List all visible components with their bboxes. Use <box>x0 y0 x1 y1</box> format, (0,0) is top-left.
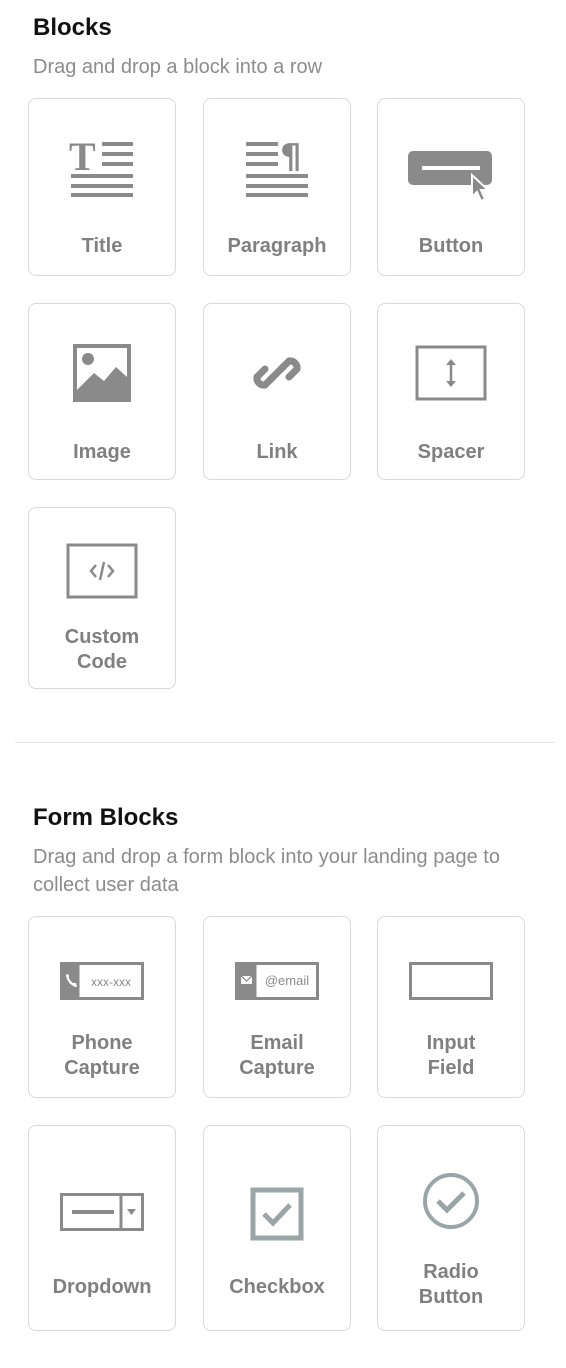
blocks-section: Blocks Drag and drop a block into a row … <box>0 0 566 740</box>
email-capture-icon: @email <box>204 961 350 1001</box>
blocks-subtitle: Drag and drop a block into a row <box>33 56 323 78</box>
block-label: Input Field <box>426 1032 476 1079</box>
block-dropdown[interactable]: Dropdown <box>28 1125 176 1331</box>
block-label: Title <box>81 235 123 257</box>
button-icon <box>378 143 524 203</box>
block-email-capture[interactable]: @email Email Capture <box>203 916 351 1098</box>
form-blocks-subtitle: Drag and drop a form block into your lan… <box>33 846 500 896</box>
block-label: Dropdown <box>52 1276 152 1298</box>
block-label: Paragraph <box>227 235 327 257</box>
block-image[interactable]: Image <box>28 303 176 480</box>
block-label: Radio Button <box>418 1261 484 1308</box>
paragraph-icon: ¶ <box>204 137 350 199</box>
radio-button-icon <box>378 1170 524 1232</box>
block-label: Link <box>256 441 298 463</box>
block-label: Image <box>73 441 131 463</box>
section-divider <box>15 742 555 743</box>
phone-placeholder-text: xxx-xxx <box>91 975 131 989</box>
block-label: Button <box>418 235 484 257</box>
code-icon <box>29 542 175 600</box>
block-title[interactable]: T Title <box>28 98 176 276</box>
block-label: Spacer <box>417 441 485 463</box>
block-button[interactable]: Button <box>377 98 525 276</box>
block-label: Custom Code <box>64 626 140 673</box>
blocks-heading: Blocks <box>33 14 112 41</box>
title-icon: T <box>29 137 175 199</box>
form-blocks-heading: Form Blocks <box>33 804 179 831</box>
block-paragraph[interactable]: ¶ Paragraph <box>203 98 351 276</box>
block-radio-button[interactable]: Radio Button <box>377 1125 525 1331</box>
spacer-icon <box>378 342 524 404</box>
block-spacer[interactable]: Spacer <box>377 303 525 480</box>
svg-text:T: T <box>69 138 96 179</box>
block-label: Checkbox <box>229 1276 325 1298</box>
svg-text:¶: ¶ <box>280 138 302 177</box>
email-placeholder-text: @email <box>265 973 309 988</box>
block-label: Phone Capture <box>64 1032 140 1079</box>
checkbox-icon <box>204 1186 350 1242</box>
block-label: Email Capture <box>239 1032 315 1079</box>
dropdown-icon <box>29 1192 175 1232</box>
image-icon <box>29 342 175 404</box>
link-icon <box>204 342 350 404</box>
phone-capture-icon: xxx-xxx <box>29 961 175 1001</box>
block-link[interactable]: Link <box>203 303 351 480</box>
form-blocks-section: Form Blocks Drag and drop a form block i… <box>0 790 566 1368</box>
input-field-icon <box>378 961 524 1001</box>
block-phone-capture[interactable]: xxx-xxx Phone Capture <box>28 916 176 1098</box>
block-checkbox[interactable]: Checkbox <box>203 1125 351 1331</box>
block-input-field[interactable]: Input Field <box>377 916 525 1098</box>
block-custom-code[interactable]: Custom Code <box>28 507 176 689</box>
